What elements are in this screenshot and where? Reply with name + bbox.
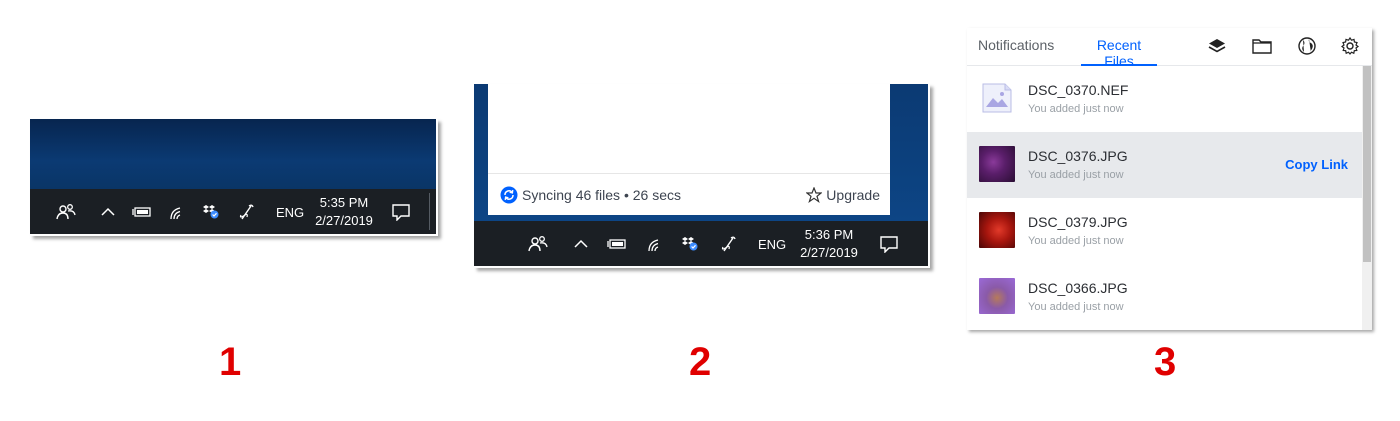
screenshot-panel-1: ENG 5:35 PM 2/27/2019 xyxy=(30,119,438,236)
dropbox-icon[interactable] xyxy=(679,233,701,253)
pen-icon[interactable] xyxy=(236,201,258,223)
photo-thumbnail xyxy=(979,212,1015,248)
popup-footer: Syncing 46 files • 26 secs Upgrade xyxy=(488,173,890,215)
upgrade-label: Upgrade xyxy=(826,186,880,203)
clock[interactable]: 5:36 PM 2/27/2019 xyxy=(794,226,864,262)
photo-thumbnail xyxy=(979,278,1015,314)
taskbar-divider xyxy=(429,193,430,230)
file-subtitle: You added just now xyxy=(1028,301,1124,313)
clock-time: 5:35 PM xyxy=(319,195,369,210)
clock-time: 5:36 PM xyxy=(804,227,854,242)
file-subtitle: You added just now xyxy=(1028,235,1124,247)
file-row[interactable]: DSC_0366.JPG You added just now xyxy=(967,264,1362,330)
image-file-icon xyxy=(979,80,1015,116)
desktop-background xyxy=(30,119,436,189)
file-name: DSC_0370.NEF xyxy=(1028,82,1129,98)
action-center-icon[interactable] xyxy=(390,202,412,222)
scrollbar-thumb[interactable] xyxy=(1363,66,1371,262)
scrollbar[interactable] xyxy=(1362,66,1372,330)
people-icon[interactable] xyxy=(54,201,78,223)
dropbox-recent-files-panel: Notifications Recent Files DSC_0370.NEF … xyxy=(967,28,1372,330)
chevron-up-icon[interactable] xyxy=(571,235,591,253)
pen-icon[interactable] xyxy=(718,233,740,255)
language-indicator[interactable]: ENG xyxy=(276,205,304,220)
people-icon[interactable] xyxy=(526,233,550,255)
tab-notifications[interactable]: Notifications xyxy=(978,37,1054,66)
file-name: DSC_0376.JPG xyxy=(1028,148,1128,164)
file-row[interactable]: DSC_0379.JPG You added just now xyxy=(967,198,1362,264)
file-name: DSC_0366.JPG xyxy=(1028,280,1128,296)
battery-icon[interactable] xyxy=(605,235,629,253)
battery-icon[interactable] xyxy=(130,203,154,221)
taskbar: ENG 5:36 PM 2/27/2019 xyxy=(474,221,928,266)
copy-link-button[interactable]: Copy Link xyxy=(1285,157,1348,172)
taskbar: ENG 5:35 PM 2/27/2019 xyxy=(30,189,436,234)
wifi-icon[interactable] xyxy=(166,202,188,222)
dropbox-icon[interactable] xyxy=(200,201,222,221)
folder-icon[interactable] xyxy=(1252,36,1272,56)
star-icon xyxy=(806,186,823,203)
chevron-up-icon[interactable] xyxy=(98,203,118,221)
screenshot-panel-2: Syncing 46 files • 26 secs Upgrade ENG 5… xyxy=(474,84,930,268)
recent-files-list: DSC_0370.NEF You added just now DSC_0376… xyxy=(967,66,1362,330)
file-name: DSC_0379.JPG xyxy=(1028,214,1128,230)
sync-status: Syncing 46 files • 26 secs xyxy=(500,186,681,204)
step-number-2: 2 xyxy=(689,340,712,384)
clock-date: 2/27/2019 xyxy=(315,213,373,228)
clock[interactable]: 5:35 PM 2/27/2019 xyxy=(310,194,378,230)
language-indicator[interactable]: ENG xyxy=(758,237,786,252)
gear-icon[interactable] xyxy=(1340,36,1360,56)
file-row[interactable]: DSC_0376.JPG You added just now Copy Lin… xyxy=(967,132,1362,198)
action-center-icon[interactable] xyxy=(878,234,900,254)
step-number-1: 1 xyxy=(219,340,242,384)
globe-icon[interactable] xyxy=(1297,36,1317,56)
clock-date: 2/27/2019 xyxy=(800,245,858,260)
tab-recent-files[interactable]: Recent Files xyxy=(1081,37,1157,69)
file-row[interactable]: DSC_0370.NEF You added just now xyxy=(967,66,1362,132)
step-number-3: 3 xyxy=(1154,340,1177,384)
file-subtitle: You added just now xyxy=(1028,169,1124,181)
dropbox-sync-popup: Syncing 46 files • 26 secs Upgrade xyxy=(488,84,890,215)
tab-bar: Notifications Recent Files xyxy=(967,28,1372,69)
wifi-icon[interactable] xyxy=(644,234,666,254)
sync-status-text: Syncing 46 files • 26 secs xyxy=(522,186,681,203)
layers-icon[interactable] xyxy=(1207,36,1227,56)
file-subtitle: You added just now xyxy=(1028,103,1124,115)
photo-thumbnail xyxy=(979,146,1015,182)
sync-icon xyxy=(500,186,518,204)
upgrade-button[interactable]: Upgrade xyxy=(806,186,880,203)
